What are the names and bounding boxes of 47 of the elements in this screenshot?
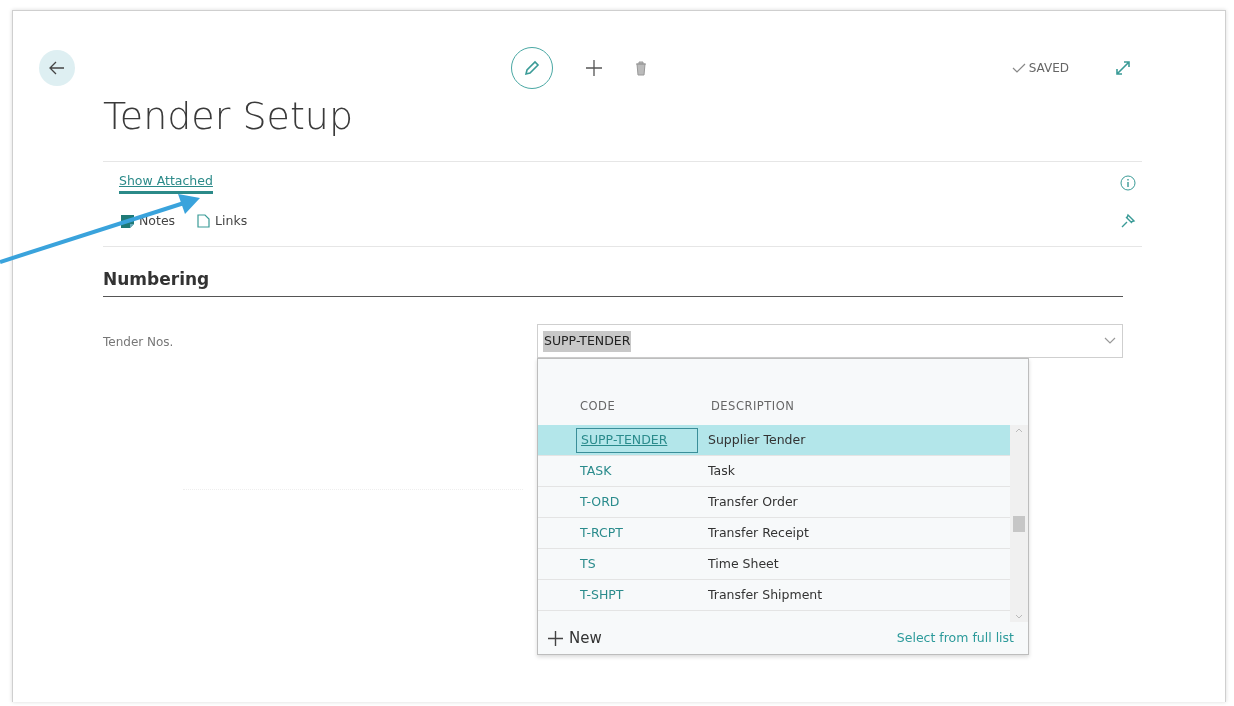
scroll-thumb[interactable] xyxy=(1013,515,1025,532)
document-icon xyxy=(197,214,211,228)
page-title: Tender Setup xyxy=(102,97,355,135)
check-icon xyxy=(1011,63,1026,73)
description-cell-text: Supplier Tender xyxy=(708,431,806,449)
pin-icon[interactable] xyxy=(1120,213,1136,229)
arrow-left-icon xyxy=(49,61,65,75)
plus-icon xyxy=(548,630,563,646)
description-cell-text: Transfer Order xyxy=(708,493,798,511)
field-label: Tender Nos. xyxy=(103,334,174,352)
code-cell-text: T-RCPT xyxy=(579,524,624,542)
lookup-row[interactable]: T-RCPT Transfer Receipt xyxy=(538,518,1010,550)
code-cell-text: T-SHPT xyxy=(579,586,625,604)
scrollbar[interactable] xyxy=(1010,425,1028,623)
info-icon[interactable] xyxy=(1120,175,1136,191)
lookup-row[interactable]: TS Time Sheet xyxy=(538,549,1010,581)
delete-button[interactable] xyxy=(635,60,647,76)
scroll-down-icon[interactable] xyxy=(1015,614,1023,620)
lookup-row[interactable]: TASK Task xyxy=(538,456,1010,488)
new-button[interactable] xyxy=(585,59,603,77)
lookup-row[interactable]: T-ORD Transfer Order xyxy=(538,487,1010,519)
code-cell-text: T-ORD xyxy=(579,493,621,511)
expand-icon xyxy=(1115,60,1131,76)
new-button[interactable]: New xyxy=(548,627,602,650)
column-header: CODE xyxy=(580,398,617,416)
plus-icon xyxy=(585,59,603,77)
description-cell-text: Transfer Shipment xyxy=(708,586,823,604)
code-cell-text: TS xyxy=(579,555,597,573)
scroll-up-icon[interactable] xyxy=(1015,428,1023,434)
lookup-row[interactable]: T-SHPT Transfer Shipment xyxy=(538,580,1010,612)
trash-icon xyxy=(635,60,647,76)
section-heading: Numbering xyxy=(103,269,1123,298)
chevron-down-icon xyxy=(1104,337,1116,346)
column-header: DESCRIPTION xyxy=(711,398,795,416)
saved-label: SAVED xyxy=(1028,60,1069,77)
tender-nos-dropdown[interactable]: SUPP-TENDER xyxy=(537,324,1123,359)
code-cell-text: TASK xyxy=(579,462,613,480)
description-cell-text: Transfer Receipt xyxy=(708,524,809,542)
pencil-icon xyxy=(523,59,541,77)
expand-button[interactable] xyxy=(1115,60,1131,76)
description-cell-text: Task xyxy=(708,462,735,480)
show-attached-link[interactable]: Show Attached xyxy=(119,171,213,195)
links-button[interactable]: Links xyxy=(197,211,248,231)
back-button[interactable] xyxy=(39,50,75,86)
code-cell: SUPP-TENDER xyxy=(576,428,698,453)
lookup-row[interactable]: SUPP-TENDER Supplier Tender xyxy=(538,425,1010,457)
description-cell-text: Time Sheet xyxy=(708,555,779,573)
